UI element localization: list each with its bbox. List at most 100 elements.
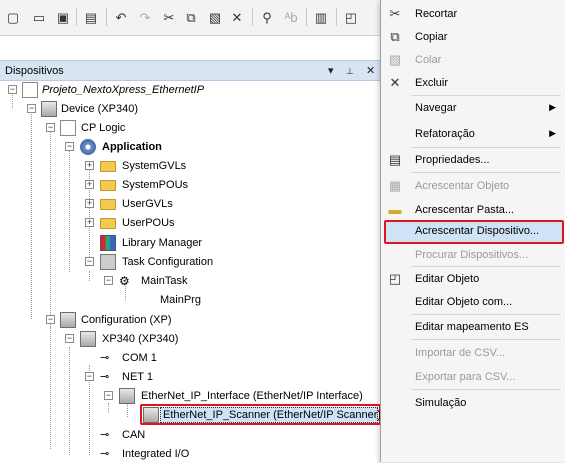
expand-icon[interactable]: + — [85, 161, 94, 170]
properties-icon: ▤ — [388, 152, 402, 167]
tree-item-mainprg[interactable]: MainPrg — [0, 291, 300, 309]
collapse-icon[interactable]: − — [85, 372, 94, 381]
new-file-icon[interactable]: ▢ — [4, 8, 22, 26]
collapse-icon[interactable]: − — [8, 85, 17, 94]
expand-icon[interactable]: + — [85, 218, 94, 227]
folder-icon: ▬ — [388, 202, 402, 217]
menu-item-acrescentar-dispositivo[interactable]: Acrescentar Dispositivo... — [384, 220, 564, 244]
menu-item-procurar-dispositivos[interactable]: Procurar Dispositivos... — [381, 244, 565, 266]
menu-item-recortar[interactable]: ✂ Recortar — [381, 3, 565, 25]
menu-item-navegar[interactable]: Navegar ▶ — [381, 97, 565, 119]
cut-icon[interactable]: ✂ — [160, 8, 178, 26]
tree-item-maintask[interactable]: − ⚙ MainTask — [0, 272, 300, 290]
devices-panel-header: Dispositivos ▾ ⊥ ✕ — [0, 60, 384, 81]
submenu-arrow-icon: ▶ — [549, 128, 556, 138]
tree-item-systempous[interactable]: + SystemPOUs — [0, 176, 300, 194]
tree-item-configuration[interactable]: − Configuration (XP) — [0, 311, 300, 329]
collapse-icon[interactable]: − — [104, 276, 113, 285]
pin-icon[interactable]: ⊥ — [346, 66, 354, 77]
tree-item-task-configuration[interactable]: − Task Configuration — [0, 253, 300, 271]
new-object-icon[interactable]: ◰ — [342, 8, 360, 26]
tree-item-label: XP340 (XP340) — [102, 333, 179, 345]
folder-icon — [100, 199, 116, 210]
find-icon[interactable]: ⚲ — [258, 8, 276, 26]
replace-icon[interactable]: ᴬb — [282, 8, 300, 26]
tree-item-label: NET 1 — [122, 371, 153, 383]
tree-item-label: Projeto_NextoXpress_EthernetIP — [42, 84, 205, 96]
tree-item-usergvls[interactable]: + UserGVLs — [0, 195, 300, 213]
tree-item-xp340[interactable]: − XP340 (XP340) — [0, 330, 300, 348]
menu-item-importar-csv[interactable]: Importar de CSV... — [381, 342, 565, 364]
tree-item-ethernet-ip-scanner[interactable]: EtherNet_IP_Scanner (EtherNet/IP Scanner… — [0, 406, 381, 424]
undo-icon[interactable]: ↶ — [112, 8, 130, 26]
expand-icon[interactable]: + — [85, 199, 94, 208]
menu-item-label: Refatoração — [415, 128, 475, 140]
tree-item-application[interactable]: − Application — [0, 138, 300, 156]
menu-item-label: Acrescentar Pasta... — [415, 204, 515, 216]
collapse-icon[interactable]: − — [65, 334, 74, 343]
menu-item-colar[interactable]: ▧ Colar — [381, 49, 565, 71]
print-icon[interactable]: ▤ — [82, 8, 100, 26]
tree-item-label: MainTask — [141, 275, 188, 287]
tree-item-com1[interactable]: ⊸ COM 1 — [0, 349, 300, 367]
ethernet-scanner-icon — [143, 407, 159, 423]
collapse-icon[interactable]: − — [46, 315, 55, 324]
edit-object-icon: ◰ — [388, 271, 402, 286]
tree-item-project[interactable]: − Projeto_NextoXpress_EthernetIP — [0, 81, 300, 99]
collapse-icon[interactable]: − — [46, 123, 55, 132]
paste-icon: ▧ — [388, 52, 402, 67]
menu-item-label: Recortar — [415, 8, 458, 20]
io-port-icon: ⊸ — [100, 448, 110, 460]
collapse-icon[interactable]: − — [104, 391, 113, 400]
copy-icon[interactable]: ⧉ — [182, 8, 200, 26]
menu-item-exportar-csv[interactable]: Exportar para CSV... — [381, 366, 565, 388]
menu-item-editar-objeto[interactable]: ◰ Editar Objeto — [381, 268, 565, 290]
add-object-icon: ▦ — [388, 178, 402, 193]
close-icon[interactable]: ✕ — [366, 64, 375, 77]
menu-item-acrescentar-pasta[interactable]: ▬ Acrescentar Pasta... — [381, 199, 565, 221]
tree-item-systemgvls[interactable]: + SystemGVLs — [0, 157, 300, 175]
menu-item-label: Propriedades... — [415, 154, 490, 166]
tree-item-label: EtherNet_IP_Interface (EtherNet/IP Inter… — [141, 390, 363, 402]
tree-item-label: Application — [102, 141, 162, 153]
network-port-icon: ⊸ — [100, 371, 110, 383]
menu-item-acrescentar-objeto[interactable]: ▦ Acrescentar Objeto — [381, 175, 565, 197]
menu-item-label: Procurar Dispositivos... — [415, 249, 529, 261]
menu-item-simulacao[interactable]: Simulação — [381, 392, 565, 414]
collapse-icon[interactable]: − — [65, 142, 74, 151]
tree-item-net1[interactable]: − ⊸ NET 1 — [0, 368, 300, 386]
expand-icon[interactable]: + — [85, 180, 94, 189]
panel-dropdown-icon[interactable]: ▾ — [328, 64, 334, 77]
configuration-icon — [60, 312, 76, 328]
menu-item-propriedades[interactable]: ▤ Propriedades... — [381, 149, 565, 171]
paste-icon[interactable]: ▧ — [206, 8, 224, 26]
open-folder-icon[interactable]: ▭ — [30, 8, 48, 26]
menu-item-refatoracao[interactable]: Refatoração ▶ — [381, 123, 565, 145]
menu-item-label: Exportar para CSV... — [415, 371, 516, 383]
tree-item-device[interactable]: − Device (XP340) — [0, 100, 300, 118]
collapse-icon[interactable]: − — [27, 104, 36, 113]
tree-item-cp-logic[interactable]: − CP Logic — [0, 119, 300, 137]
menu-item-editar-objeto-com[interactable]: Editar Objeto com... — [381, 291, 565, 313]
menu-item-label: Simulação — [415, 397, 467, 409]
delete-icon[interactable]: ✕ — [228, 8, 246, 26]
tree-item-library-manager[interactable]: Library Manager — [0, 234, 300, 252]
redo-icon[interactable]: ↷ — [136, 8, 154, 26]
library-icon — [100, 235, 116, 251]
menu-item-label: Editar Objeto com... — [415, 296, 513, 308]
collapse-icon[interactable]: − — [85, 257, 94, 266]
menu-item-label: Editar mapeamento ES — [415, 321, 529, 333]
tree-item-userpous[interactable]: + UserPOUs — [0, 214, 300, 232]
project-icon — [22, 82, 38, 98]
menu-item-editar-mapeamento[interactable]: Editar mapeamento ES — [381, 316, 565, 338]
save-icon[interactable]: ▣ — [54, 8, 72, 26]
tree-item-can[interactable]: ⊸ CAN — [0, 426, 300, 444]
menu-item-excluir[interactable]: ✕ Excluir — [381, 72, 565, 94]
tree-item-label: COM 1 — [122, 352, 157, 364]
menu-item-copiar[interactable]: ⧉ Copiar — [381, 26, 565, 48]
panel-title: Dispositivos — [5, 65, 64, 77]
folder-icon — [100, 180, 116, 191]
tree-item-ethernet-ip-interface[interactable]: − EtherNet_IP_Interface (EtherNet/IP Int… — [0, 387, 370, 405]
tree-item-integrated-io[interactable]: ⊸ Integrated I/O — [0, 445, 300, 463]
properties-icon[interactable]: ▥ — [312, 8, 330, 26]
